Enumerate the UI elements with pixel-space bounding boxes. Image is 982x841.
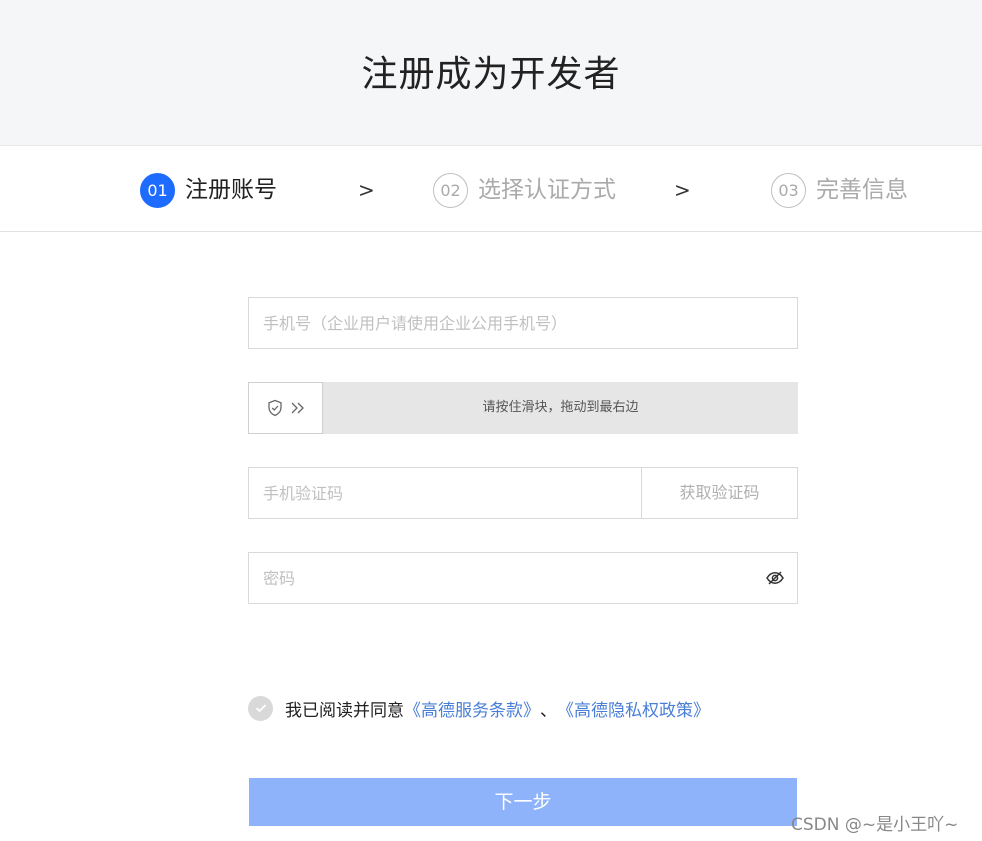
get-code-button[interactable]: 获取验证码	[641, 468, 797, 518]
step-2-label: 选择认证方式	[478, 177, 616, 203]
phone-input[interactable]	[249, 298, 785, 348]
step-2-number: 02	[433, 173, 468, 208]
watermark: CSDN @~是小王吖~	[791, 815, 959, 835]
step-1-label: 注册账号	[185, 177, 277, 203]
password-field	[248, 552, 798, 604]
step-indicator: 01 注册账号 > 02 选择认证方式 > 03 完善信息	[0, 145, 982, 232]
step-separator: >	[358, 178, 375, 202]
agreement-text: 我已阅读并同意	[285, 700, 404, 721]
shield-check-icon	[266, 399, 284, 417]
page-header: 注册成为开发者	[0, 0, 982, 145]
sms-code-input[interactable]	[249, 468, 641, 518]
agreement-row: 我已阅读并同意 《高德服务条款》 、 《高德隐私权政策》	[248, 694, 710, 722]
slider-captcha: 请按住滑块，拖动到最右边	[248, 382, 798, 434]
password-input[interactable]	[249, 553, 749, 603]
eye-off-icon[interactable]	[765, 568, 785, 588]
phone-field	[248, 297, 798, 349]
double-chevron-right-icon	[290, 401, 306, 415]
slider-hint: 请按住滑块，拖动到最右边	[482, 400, 639, 415]
agree-checkbox[interactable]	[248, 695, 273, 721]
step-1-number: 01	[140, 173, 175, 208]
step-3-number: 03	[771, 173, 806, 208]
next-step-button[interactable]: 下一步	[249, 778, 797, 826]
step-3-label: 完善信息	[816, 177, 908, 203]
page-title: 注册成为开发者	[361, 54, 621, 95]
slider-handle[interactable]	[248, 382, 323, 434]
agreement-separator: 、	[540, 700, 557, 721]
check-icon	[255, 704, 266, 713]
step-separator: >	[674, 178, 691, 202]
privacy-link[interactable]: 《高德隐私权政策》	[557, 696, 710, 721]
sms-code-field: 获取验证码	[248, 467, 798, 519]
terms-link[interactable]: 《高德服务条款》	[404, 696, 540, 721]
